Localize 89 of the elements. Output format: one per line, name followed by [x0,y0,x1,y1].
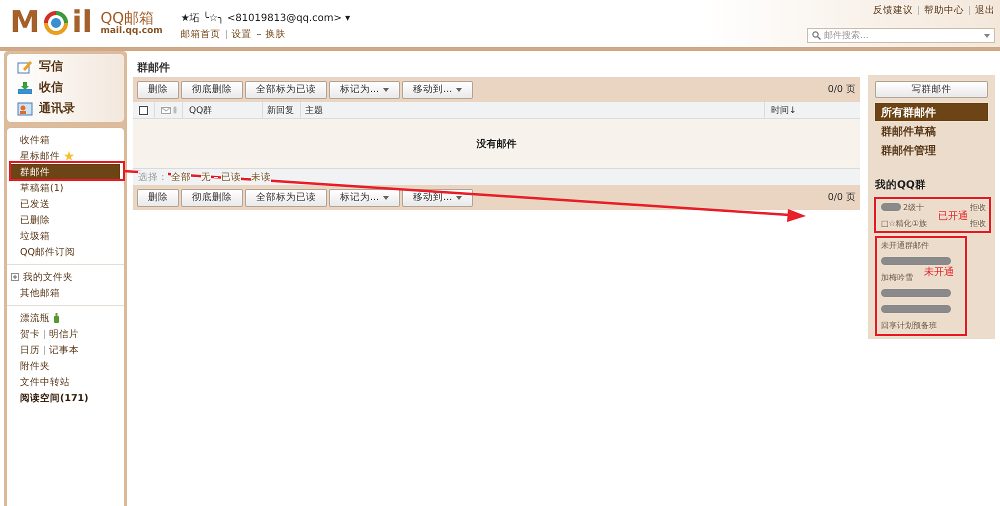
attachment-icon [172,106,176,114]
envelope-icon [160,106,170,114]
toolbar-button[interactable]: 彻底删除 [181,188,243,206]
group-menu-item[interactable]: 群邮件草稿 [875,122,988,141]
redacted-blur [881,305,951,313]
sidebar-link[interactable]: 日历 [20,344,40,356]
subsection-title: 未开通群邮件 [881,240,929,250]
top-link[interactable]: 退出 [975,4,995,17]
sidebar-item[interactable]: 附件夹 [11,358,120,374]
sidebar-action[interactable]: 通讯录 [17,99,124,118]
sidebar-action[interactable]: 写信 [17,57,124,76]
brand-domain: mail.qq.com [100,26,163,36]
sidebar-item[interactable]: 收件箱 [11,132,120,148]
account-name[interactable]: ★坧 ╰☆╮ <81019813@qq.com> ▾ [180,11,350,25]
sidebar-link[interactable]: 记事本 [49,344,79,356]
sidebar-link[interactable]: 明信片 [49,328,79,340]
sidebar-item[interactable]: 草稿箱(1) [11,180,120,196]
section-title: 我的QQ群 [875,178,927,193]
caret-icon [383,88,390,92]
sidebar-item[interactable]: 群邮件 [11,164,120,180]
sidebar-item[interactable]: 垃圾箱 [11,228,120,244]
bottle-icon [54,313,59,323]
caret-icon [456,88,462,92]
toolbar-button[interactable]: 标记为... [329,80,400,98]
page-count: 0/0 页 [828,191,856,204]
sidebar-item[interactable]: 阅读空间(171) [11,390,120,406]
sidebar-item[interactable]: 漂流瓶 [11,310,120,326]
caret-icon [984,34,990,38]
page-title: 群邮件 [136,60,171,76]
search-icon [812,31,821,40]
top-link[interactable]: 帮助中心 [924,4,964,17]
star-icon [64,151,74,161]
sidebar-item[interactable]: 已发送 [11,196,120,212]
select-link[interactable]: 未读 [251,170,271,184]
account-caret[interactable]: ▾ [345,13,350,24]
page-count: 0/0 页 [828,83,856,96]
reject-link[interactable]: 拒收 [970,218,986,228]
select-label: 选择： [138,170,168,184]
toolbar-button[interactable]: 全部标为已读 [245,80,327,98]
reject-link[interactable]: 拒收 [970,202,986,212]
sidebar-action[interactable]: 收信 [17,78,124,97]
compose-group-button[interactable]: 写群邮件 [875,81,988,98]
sidebar-item[interactable]: 其他邮箱 [11,285,120,301]
group-name[interactable]: 加梅吟雪 [881,272,913,282]
caret-icon [383,196,390,200]
logo-ring-icon [44,11,68,35]
logo-letter: M [10,8,40,38]
group-name[interactable]: 2级十 [903,202,924,212]
toolbar-button[interactable]: 彻底删除 [181,80,243,98]
group-name[interactable]: □☆精化①族 [881,218,927,228]
toolbar-button[interactable]: 删除 [137,80,179,98]
column-header[interactable]: QQ群 [183,102,263,118]
select-link[interactable]: 全部 [171,170,191,184]
group-menu-item[interactable]: 所有群邮件 [875,103,988,122]
annotation-label: 已开通 [938,210,968,223]
annotation-label: 未开通 [924,266,954,279]
select-link[interactable]: 已读 [221,170,241,184]
inbox-icon [17,80,33,94]
expand-icon[interactable] [11,273,19,281]
toolbar-button[interactable]: 标记为... [329,188,400,206]
sidebar-item[interactable]: 文件中转站 [11,374,120,390]
sidebar-link[interactable]: 贺卡 [20,328,40,340]
sidebar-item[interactable]: QQ邮件订阅 [11,244,120,260]
column-header[interactable]: 新回复 [263,102,301,118]
redacted-blur [881,203,901,211]
empty-message: 没有邮件 [476,138,516,150]
brand-name: QQ邮箱 [100,10,154,26]
sidebar-item[interactable]: 星标邮件 [11,148,120,164]
header-link[interactable]: 换肤 [266,28,286,41]
header-link[interactable]: 邮箱首页 [180,28,221,41]
toolbar-button[interactable]: 全部标为已读 [245,188,327,206]
pencil-icon [17,60,33,74]
top-link[interactable]: 反馈建议 [873,4,913,17]
redacted-blur [881,257,951,265]
toolbar-button[interactable]: 移动到... [402,80,474,98]
logo-letters: il [72,8,92,38]
header-link[interactable]: 设置 [232,28,252,41]
group-name[interactable]: 回享计划预备班 [881,320,937,330]
sidebar-item[interactable]: 已删除 [11,212,120,228]
redacted-blur [881,289,951,297]
contact-card-icon [17,102,33,116]
toolbar-button[interactable]: 删除 [137,188,179,206]
group-menu-item[interactable]: 群邮件管理 [875,142,988,160]
column-header[interactable]: 主题 [301,102,765,118]
sidebar-item[interactable]: 我的文件夹 [11,269,120,285]
column-header[interactable]: 时间↓ [765,102,860,118]
checkbox[interactable] [139,106,148,114]
caret-icon [456,196,462,200]
select-link[interactable]: 无 [201,170,211,184]
